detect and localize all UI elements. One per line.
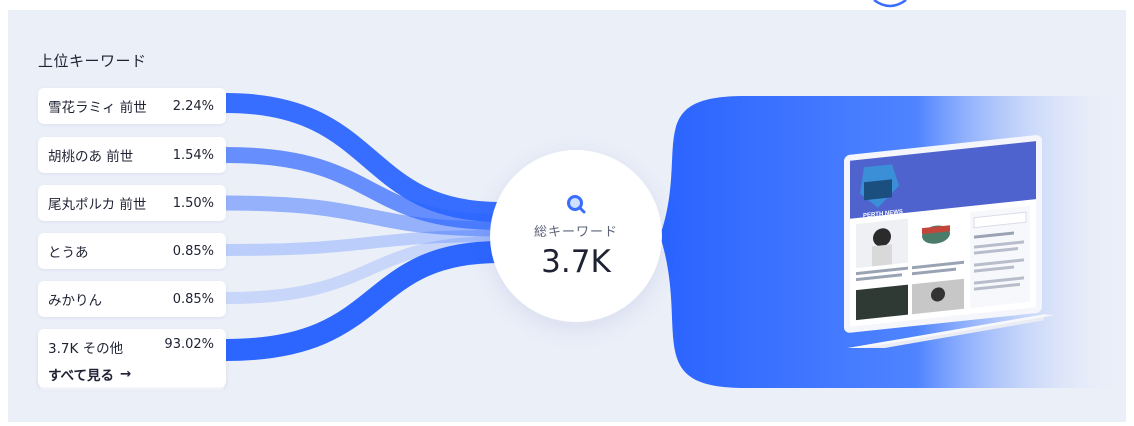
keyword-share: 0.85%: [172, 243, 214, 259]
keyword-share: 2.24%: [172, 98, 214, 114]
article-thumb: [856, 284, 908, 321]
other-keywords-count: 3.7K その他: [48, 341, 124, 357]
keyword-share: 1.54%: [172, 147, 214, 163]
arrow-right-icon: →: [120, 366, 132, 382]
keyword-item[interactable]: みかりん 0.85%: [38, 281, 226, 317]
keyword-share: 0.85%: [172, 291, 214, 307]
keyword-term: 胡桃のあ 前世: [48, 149, 134, 165]
keyword-term: 雪花ラミィ 前世: [48, 100, 147, 116]
keyword-term: 尾丸ポルカ 前世: [48, 197, 147, 213]
keyword-item[interactable]: 胡桃のあ 前世 1.54%: [38, 137, 226, 173]
total-keywords-label: 総キーワード: [533, 224, 618, 240]
total-keywords-value: 3.7K: [541, 243, 611, 280]
search-icon: [567, 194, 586, 213]
see-all-label: すべて見る: [48, 368, 115, 384]
keyword-term: みかりん: [48, 293, 102, 309]
keyword-share: 1.50%: [172, 195, 214, 211]
total-keywords-circle: 総キーワード 3.7K: [490, 150, 662, 322]
keyword-item[interactable]: 雪花ラミィ 前世 2.24%: [38, 88, 226, 124]
keyword-item[interactable]: とうあ 0.85%: [38, 233, 226, 269]
see-all-link[interactable]: すべて見る →: [48, 364, 131, 384]
site-preview-laptop: PERTH NEWS: [714, 135, 1054, 348]
keyword-other-item: 3.7K その他 すべて見る → 93.02%: [38, 329, 226, 387]
keyword-item[interactable]: 尾丸ポルカ 前世 1.50%: [38, 185, 226, 221]
keyword-term: とうあ: [48, 245, 89, 261]
other-keywords-group: 3.7K その他 すべて見る →: [48, 337, 131, 384]
other-keywords-share: 93.02%: [164, 337, 214, 352]
